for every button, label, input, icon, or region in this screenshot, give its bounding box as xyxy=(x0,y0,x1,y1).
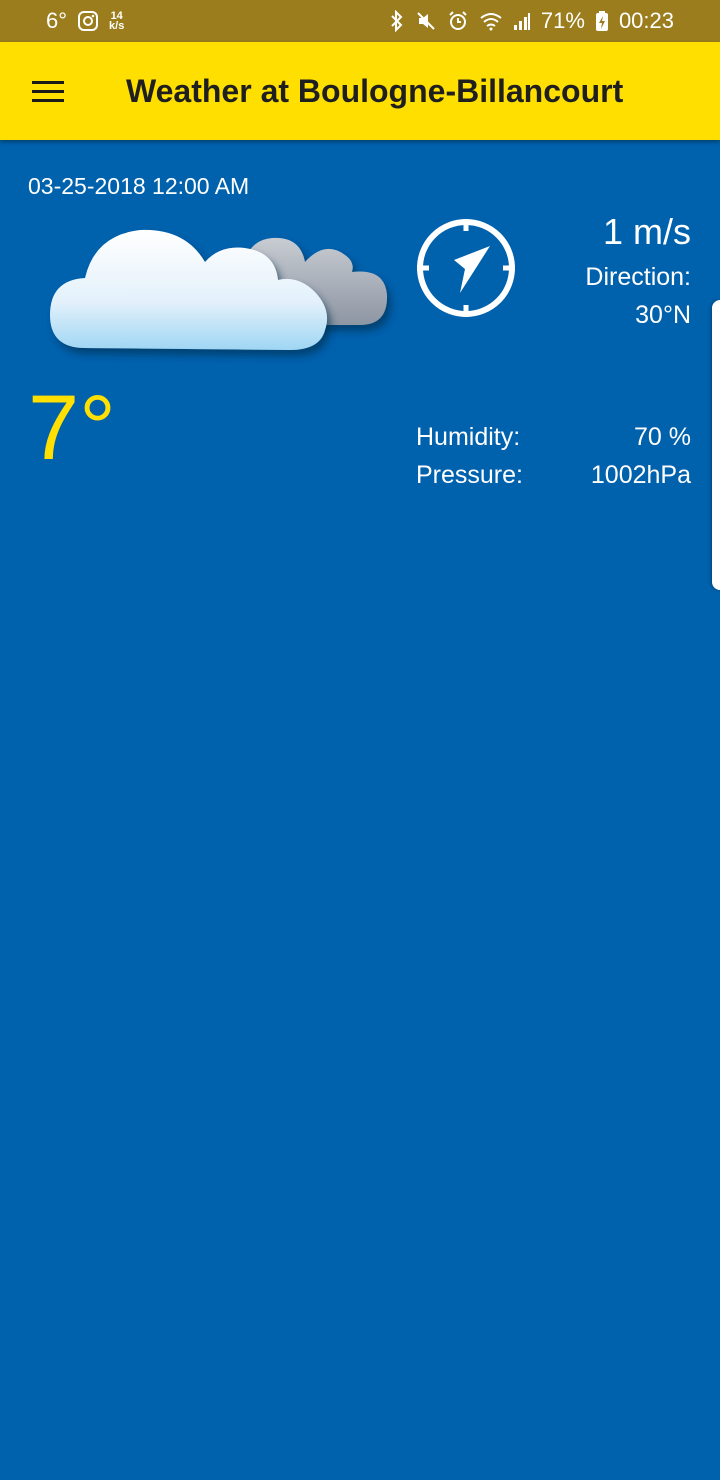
instagram-icon xyxy=(77,10,99,32)
network-speed: 14 k/s xyxy=(109,11,125,32)
wind-direction-label: Direction: xyxy=(585,263,691,291)
battery-charging-icon xyxy=(595,10,609,32)
edge-panel-handle[interactable] xyxy=(712,300,720,590)
wind-speed: 1 m/s xyxy=(602,211,691,252)
pressure-row: Pressure: 1002hPa xyxy=(416,461,691,490)
clouds-icon xyxy=(40,200,400,370)
signal-icon xyxy=(513,11,531,31)
status-bar: 6° 14 k/s 71% 00:23 xyxy=(0,0,720,42)
humidity-label: Humidity: xyxy=(416,423,521,451)
current-temperature: 7° xyxy=(28,377,116,479)
pressure-label: Pressure: xyxy=(416,461,523,489)
wind-direction-value: 30°N xyxy=(635,301,691,329)
network-speed-unit: k/s xyxy=(109,20,125,32)
humidity-value: 70 % xyxy=(634,423,691,451)
app-title: Weather at Boulogne-Billancourt xyxy=(126,72,624,109)
pressure-value: 1002hPa xyxy=(590,461,691,489)
status-bar-right: 71% 00:23 xyxy=(389,8,674,34)
bluetooth-icon xyxy=(389,10,405,32)
humidity-row: Humidity: 70 % xyxy=(416,423,691,452)
status-bar-left: 6° 14 k/s xyxy=(46,8,124,34)
alarm-icon xyxy=(447,10,469,32)
app-bar: Weather at Boulogne-Billancourt xyxy=(0,42,720,140)
compass-icon xyxy=(414,216,518,320)
wifi-icon xyxy=(479,11,503,31)
menu-icon[interactable] xyxy=(26,66,76,116)
battery-percent: 71% xyxy=(540,8,585,33)
status-temp: 6° xyxy=(46,8,68,33)
forecast-datetime: 03-25-2018 12:00 AM xyxy=(28,173,250,199)
clock-time: 00:23 xyxy=(618,8,674,33)
mute-icon xyxy=(415,10,437,32)
